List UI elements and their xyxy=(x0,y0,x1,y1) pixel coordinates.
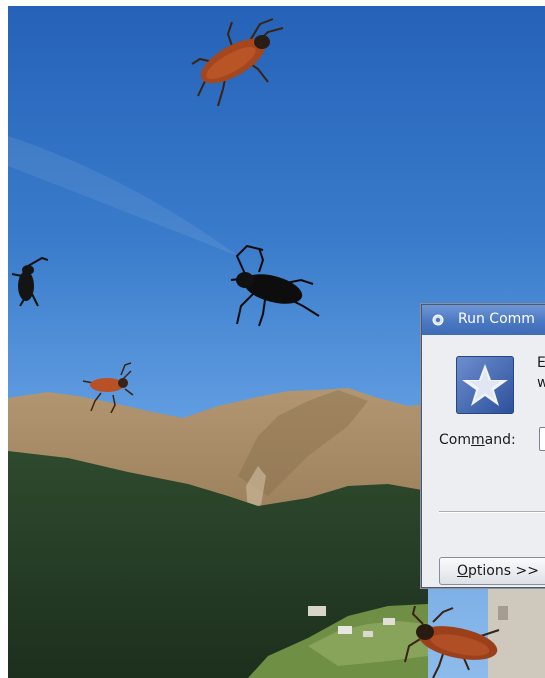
red-beetle-bottom-bug xyxy=(404,606,500,678)
star-icon xyxy=(462,364,508,406)
desktop-screen: Run Comm E w Command: Options >> xyxy=(8,6,545,678)
command-input[interactable] xyxy=(539,427,545,451)
small-red-beetle-bug xyxy=(82,362,134,413)
dialog-description-line1: E xyxy=(537,355,545,371)
black-beetle-bug xyxy=(230,244,320,327)
command-label: Command: xyxy=(439,432,516,448)
run-command-dialog[interactable]: Run Comm E w Command: Options >> xyxy=(421,304,545,588)
small-black-beetle-bug xyxy=(11,256,48,307)
red-beetle-bug xyxy=(191,18,284,107)
dialog-title: Run Comm xyxy=(458,311,535,327)
dialog-titlebar[interactable]: Run Comm xyxy=(422,305,545,335)
dialog-separator xyxy=(439,511,545,513)
dialog-body: E w Command: Options >> xyxy=(422,335,545,587)
options-button[interactable]: Options >> xyxy=(439,557,545,585)
gear-icon xyxy=(432,314,444,326)
dialog-description-line2: w xyxy=(537,375,545,391)
star-app-icon xyxy=(456,356,514,414)
